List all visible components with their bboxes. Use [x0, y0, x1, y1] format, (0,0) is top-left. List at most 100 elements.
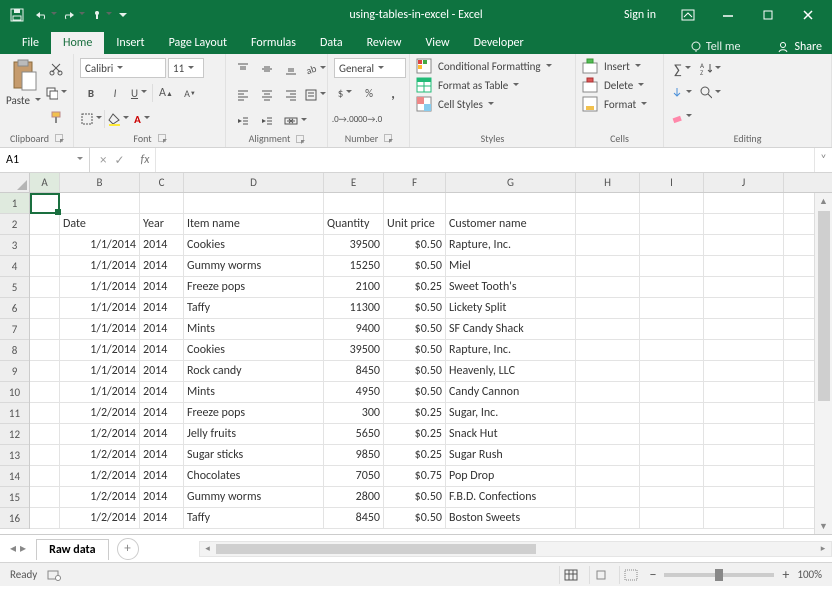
- column-header-E[interactable]: E: [324, 173, 384, 192]
- scroll-thumb[interactable]: [216, 544, 536, 554]
- cell[interactable]: [640, 298, 704, 318]
- cell[interactable]: 2014: [140, 319, 184, 339]
- zoom-slider[interactable]: [664, 573, 774, 577]
- cell[interactable]: 2014: [140, 487, 184, 507]
- zoom-level[interactable]: 100%: [797, 568, 822, 581]
- cell[interactable]: [704, 445, 784, 465]
- column-header-I[interactable]: I: [640, 173, 704, 192]
- cell[interactable]: 2014: [140, 424, 184, 444]
- save-icon[interactable]: [4, 2, 30, 28]
- row-header[interactable]: 8: [0, 340, 29, 361]
- row-header[interactable]: 13: [0, 445, 29, 466]
- format-cells-button[interactable]: Format: [582, 96, 647, 112]
- cell[interactable]: [576, 340, 640, 360]
- cell[interactable]: $0.25: [384, 277, 446, 297]
- merge-center-icon[interactable]: [280, 110, 311, 132]
- fill-color-icon[interactable]: [107, 108, 129, 130]
- cell[interactable]: [576, 256, 640, 276]
- row-header[interactable]: 5: [0, 277, 29, 298]
- minimize-icon[interactable]: [708, 0, 748, 30]
- cell[interactable]: 1/1/2014: [60, 382, 140, 402]
- cell[interactable]: 11300: [324, 298, 384, 318]
- decrease-decimal-icon[interactable]: .00→.0: [358, 108, 380, 130]
- cell[interactable]: [704, 256, 784, 276]
- dialog-launcher-icon[interactable]: [55, 134, 63, 142]
- column-header-C[interactable]: C: [140, 173, 184, 192]
- cell[interactable]: Freeze pops: [184, 277, 324, 297]
- cell[interactable]: Boston Sweets: [446, 508, 576, 528]
- accounting-format-icon[interactable]: $: [334, 82, 356, 104]
- cell[interactable]: 1/2/2014: [60, 466, 140, 486]
- tab-data[interactable]: Data: [308, 32, 355, 54]
- cell[interactable]: 1/2/2014: [60, 445, 140, 465]
- cell[interactable]: 39500: [324, 340, 384, 360]
- format-as-table-button[interactable]: Format as Table: [416, 77, 519, 93]
- clear-icon[interactable]: [670, 106, 692, 128]
- cell[interactable]: [30, 235, 60, 255]
- cell[interactable]: Sugar sticks: [184, 445, 324, 465]
- tab-insert[interactable]: Insert: [104, 32, 156, 54]
- sign-in-link[interactable]: Sign in: [624, 8, 656, 22]
- row-header[interactable]: 4: [0, 256, 29, 277]
- cell[interactable]: Gummy worms: [184, 256, 324, 276]
- cell[interactable]: Heavenly, LLC: [446, 361, 576, 381]
- cell[interactable]: [30, 382, 60, 402]
- cancel-formula-icon[interactable]: ×: [100, 153, 106, 168]
- cell[interactable]: Rapture, Inc.: [446, 340, 576, 360]
- row-header[interactable]: 9: [0, 361, 29, 382]
- cell[interactable]: [640, 277, 704, 297]
- scroll-up-icon[interactable]: ▲: [816, 193, 832, 209]
- column-header-B[interactable]: B: [60, 173, 140, 192]
- scroll-right-icon[interactable]: ▸: [815, 541, 831, 557]
- cell[interactable]: 2014: [140, 340, 184, 360]
- cell[interactable]: 2014: [140, 235, 184, 255]
- cell[interactable]: [30, 319, 60, 339]
- sort-filter-icon[interactable]: AZ: [699, 58, 721, 80]
- cell[interactable]: Gummy worms: [184, 487, 324, 507]
- row-header[interactable]: 1: [0, 193, 29, 214]
- cell[interactable]: [60, 193, 140, 213]
- cell[interactable]: [140, 193, 184, 213]
- ribbon-display-icon[interactable]: [668, 0, 708, 30]
- cell[interactable]: [704, 277, 784, 297]
- cell[interactable]: [576, 277, 640, 297]
- delete-cells-button[interactable]: Delete: [582, 77, 644, 93]
- cell[interactable]: [576, 193, 640, 213]
- cell[interactable]: Freeze pops: [184, 403, 324, 423]
- cell[interactable]: 1/1/2014: [60, 319, 140, 339]
- cell[interactable]: 1/1/2014: [60, 361, 140, 381]
- horizontal-scrollbar[interactable]: ◂ ▸: [199, 541, 832, 557]
- cell[interactable]: [30, 277, 60, 297]
- cell[interactable]: [30, 403, 60, 423]
- qat-customize-icon[interactable]: [116, 2, 130, 28]
- vertical-scrollbar[interactable]: ▲ ▼: [814, 193, 832, 534]
- cut-icon[interactable]: [45, 58, 67, 80]
- macro-record-icon[interactable]: [47, 569, 61, 581]
- cell[interactable]: 2014: [140, 277, 184, 297]
- select-all[interactable]: [0, 173, 30, 192]
- cell[interactable]: Candy Cannon: [446, 382, 576, 402]
- increase-font-icon[interactable]: A▲: [155, 82, 177, 104]
- cell[interactable]: [704, 403, 784, 423]
- cell[interactable]: Year: [140, 214, 184, 234]
- cell[interactable]: Jelly fruits: [184, 424, 324, 444]
- cell[interactable]: 4950: [324, 382, 384, 402]
- cell[interactable]: Sugar, Inc.: [446, 403, 576, 423]
- column-header-D[interactable]: D: [184, 173, 324, 192]
- cell[interactable]: Rock candy: [184, 361, 324, 381]
- cell[interactable]: [576, 508, 640, 528]
- cell[interactable]: [640, 403, 704, 423]
- cell[interactable]: $0.50: [384, 508, 446, 528]
- font-size-select[interactable]: 11: [168, 58, 204, 78]
- number-format-select[interactable]: General: [334, 58, 406, 78]
- view-normal-icon[interactable]: [559, 566, 581, 584]
- maximize-icon[interactable]: [748, 0, 788, 30]
- row-header[interactable]: 11: [0, 403, 29, 424]
- cell-styles-button[interactable]: Cell Styles: [416, 96, 494, 112]
- cell[interactable]: [640, 361, 704, 381]
- view-page-break-icon[interactable]: [619, 566, 641, 584]
- bold-button[interactable]: B: [80, 82, 102, 104]
- row-header[interactable]: 12: [0, 424, 29, 445]
- cell[interactable]: $0.50: [384, 382, 446, 402]
- align-top-icon[interactable]: [232, 58, 254, 80]
